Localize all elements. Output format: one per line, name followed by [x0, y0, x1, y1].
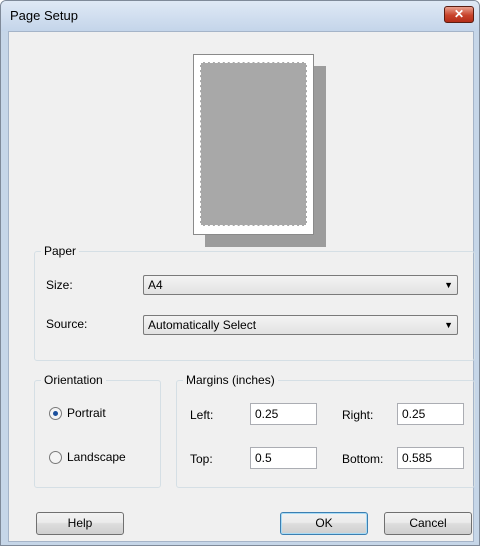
landscape-radio[interactable]	[49, 451, 62, 464]
help-button[interactable]: Help	[36, 512, 124, 535]
portrait-label[interactable]: Portrait	[67, 406, 106, 420]
right-margin-label: Right:	[342, 408, 374, 422]
chevron-down-icon: ▼	[444, 280, 453, 290]
size-label: Size:	[46, 278, 73, 292]
chevron-down-icon: ▼	[444, 320, 453, 330]
left-margin-field[interactable]: 0.25	[250, 403, 317, 425]
paper-group-label: Paper	[41, 244, 80, 259]
close-icon: ✕	[453, 7, 465, 21]
paper-size-dropdown[interactable]: A4 ▼	[143, 275, 458, 295]
cancel-button[interactable]: Cancel	[384, 512, 472, 535]
paper-size-value: A4	[148, 278, 163, 292]
orientation-group-label: Orientation	[41, 373, 106, 388]
dialog-body: Paper Size: A4 ▼ Source: Automatically S…	[8, 31, 475, 542]
margins-group: Margins (inches) Left: 0.25 Right: 0.25 …	[176, 373, 475, 488]
title-bar: Page Setup ✕	[1, 1, 479, 31]
top-margin-field[interactable]: 0.5	[250, 447, 317, 469]
paper-group: Paper Size: A4 ▼ Source: Automatically S…	[34, 244, 475, 361]
orientation-group: Orientation Portrait Landscape	[34, 373, 161, 488]
ok-button[interactable]: OK	[280, 512, 368, 535]
dialog-title: Page Setup	[10, 8, 78, 23]
radio-selected-dot	[53, 411, 58, 416]
paper-source-value: Automatically Select	[148, 318, 257, 332]
preview-margin-area	[200, 62, 307, 226]
landscape-label[interactable]: Landscape	[67, 450, 126, 464]
source-label: Source:	[46, 317, 88, 331]
paper-source-dropdown[interactable]: Automatically Select ▼	[143, 315, 458, 335]
close-button[interactable]: ✕	[444, 6, 474, 23]
bottom-margin-field[interactable]: 0.585	[397, 447, 464, 469]
left-margin-label: Left:	[190, 408, 214, 422]
bottom-margin-label: Bottom:	[342, 452, 384, 466]
top-margin-label: Top:	[190, 452, 213, 466]
right-margin-field[interactable]: 0.25	[397, 403, 464, 425]
page-setup-dialog: Page Setup ✕ Paper Size: A4 ▼ Source: Au…	[0, 0, 480, 546]
margins-group-label: Margins (inches)	[183, 373, 278, 388]
page-preview	[193, 54, 314, 235]
portrait-radio[interactable]	[49, 407, 62, 420]
